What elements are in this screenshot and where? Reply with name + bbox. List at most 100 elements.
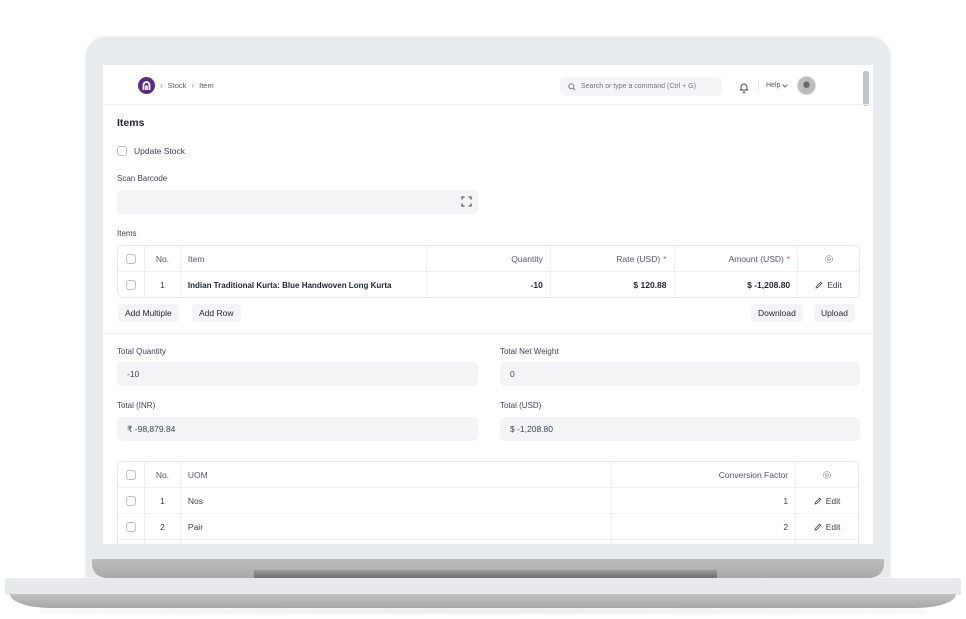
total-quantity-field[interactable]: -10 bbox=[117, 362, 478, 386]
uom-table-row[interactable]: 1 Nos 1 Edit bbox=[118, 488, 858, 514]
items-table-row[interactable]: 1 Indian Traditional Kurta: Blue Handwov… bbox=[118, 272, 859, 297]
header-no: No. bbox=[145, 462, 181, 487]
breadcrumb: › Stock › Item bbox=[160, 81, 214, 90]
items-table-header: No. Item Quantity Rate (USD) * Amount (US… bbox=[118, 246, 859, 272]
column-settings-cell[interactable] bbox=[798, 246, 859, 271]
uom-table-row[interactable]: 2 Pair 2 Edit bbox=[118, 514, 858, 540]
total-net-weight-label: Total Net Weight bbox=[500, 347, 559, 356]
row-no: 1 bbox=[145, 272, 181, 297]
breadcrumb-stock[interactable]: Stock bbox=[168, 81, 187, 90]
navbar: › Stock › Item Search or type a command … bbox=[103, 65, 873, 105]
row-amount[interactable]: $ -1,208.80 bbox=[675, 272, 799, 297]
uom-table: No. UOM Conversion Factor 1 Nos 1 Edit 2… bbox=[117, 461, 859, 544]
settings-gear-icon[interactable] bbox=[824, 254, 834, 264]
add-row-button[interactable]: Add Row bbox=[192, 304, 241, 322]
header-no: No. bbox=[145, 246, 181, 271]
empty-cell bbox=[118, 540, 145, 544]
row-conversion-factor[interactable]: 2 bbox=[612, 514, 797, 539]
row-select-cell[interactable] bbox=[118, 488, 145, 513]
laptop-shadow bbox=[40, 607, 926, 615]
scan-barcode-input[interactable] bbox=[117, 190, 478, 214]
pencil-icon bbox=[814, 497, 822, 505]
empty-cell bbox=[181, 540, 612, 544]
uom-table-row-partial bbox=[118, 540, 858, 544]
uom-table-header: No. UOM Conversion Factor bbox=[118, 462, 858, 488]
header-quantity: Quantity bbox=[427, 246, 551, 271]
row-checkbox[interactable] bbox=[125, 521, 136, 532]
header-rate-label: Rate (USD) bbox=[616, 253, 661, 264]
edit-label: Edit bbox=[827, 280, 842, 290]
header-uom: UOM bbox=[181, 462, 612, 487]
search-placeholder: Search or type a command (Ctrl + G) bbox=[581, 83, 696, 90]
app-screen: › Stock › Item Search or type a command … bbox=[103, 65, 873, 544]
edit-label: Edit bbox=[825, 495, 841, 506]
row-rate[interactable]: $ 120.88 bbox=[551, 272, 675, 297]
row-select-cell[interactable] bbox=[118, 514, 145, 539]
chevron-right-icon: › bbox=[191, 81, 195, 90]
select-all-cell[interactable] bbox=[118, 246, 145, 271]
row-quantity[interactable]: -10 bbox=[427, 272, 551, 297]
total-inr-label: Total (INR) bbox=[117, 401, 156, 410]
items-table-label: Items bbox=[117, 229, 137, 238]
laptop-base bbox=[5, 578, 961, 595]
download-button[interactable]: Download bbox=[751, 304, 803, 322]
laptop-base-bottom bbox=[10, 594, 956, 608]
row-edit-button[interactable]: Edit bbox=[796, 514, 858, 539]
row-no: 1 bbox=[145, 488, 181, 513]
section-divider bbox=[103, 333, 873, 334]
total-usd-field[interactable]: $ -1,208.80 bbox=[500, 417, 860, 441]
section-title: Items bbox=[117, 117, 145, 129]
header-rate: Rate (USD) * bbox=[551, 246, 675, 271]
header-conversion-factor: Conversion Factor bbox=[612, 462, 797, 487]
total-usd-label: Total (USD) bbox=[500, 401, 542, 410]
upload-button[interactable]: Upload bbox=[814, 304, 855, 322]
notification-bell-icon[interactable] bbox=[739, 80, 749, 98]
row-uom[interactable]: Nos bbox=[181, 488, 612, 513]
required-marker: * bbox=[663, 253, 667, 264]
header-item: Item bbox=[181, 246, 428, 271]
search-input[interactable]: Search or type a command (Ctrl + G) bbox=[560, 77, 722, 96]
row-item[interactable]: Indian Traditional Kurta: Blue Handwoven… bbox=[181, 272, 428, 297]
scan-barcode-icon[interactable] bbox=[461, 196, 472, 207]
update-stock-checkbox[interactable]: Update Stock bbox=[117, 146, 185, 156]
laptop-hinge bbox=[254, 570, 717, 578]
scan-barcode-label: Scan Barcode bbox=[117, 174, 168, 183]
nav-divider bbox=[758, 80, 759, 92]
total-inr-field[interactable]: ₹ -98,879.84 bbox=[117, 417, 478, 441]
empty-cell bbox=[612, 540, 797, 544]
help-label: Help bbox=[766, 82, 781, 89]
row-no: 2 bbox=[145, 514, 181, 539]
breadcrumb-item[interactable]: Item bbox=[199, 81, 214, 90]
row-edit-button[interactable]: Edit bbox=[796, 488, 858, 513]
total-net-weight-field[interactable]: 0 bbox=[500, 362, 860, 386]
row-checkbox[interactable] bbox=[125, 280, 136, 290]
edit-label: Edit bbox=[825, 521, 841, 532]
pencil-icon bbox=[815, 281, 823, 289]
empty-cell bbox=[796, 540, 858, 544]
select-all-checkbox[interactable] bbox=[125, 253, 136, 264]
search-icon bbox=[568, 82, 576, 91]
help-dropdown[interactable]: Help bbox=[766, 82, 789, 89]
row-checkbox[interactable] bbox=[125, 495, 136, 506]
total-quantity-label: Total Quantity bbox=[117, 347, 166, 356]
settings-gear-icon[interactable] bbox=[822, 470, 832, 480]
row-conversion-factor[interactable]: 1 bbox=[612, 488, 797, 513]
items-table: No. Item Quantity Rate (USD) * Amount (US… bbox=[117, 245, 860, 298]
user-avatar[interactable] bbox=[797, 76, 816, 95]
header-amount-label: Amount (USD) bbox=[728, 253, 784, 264]
update-stock-label: Update Stock bbox=[134, 146, 186, 156]
row-select-cell[interactable] bbox=[118, 272, 145, 297]
row-uom[interactable]: Pair bbox=[181, 514, 612, 539]
select-all-cell[interactable] bbox=[118, 462, 145, 487]
select-all-checkbox[interactable] bbox=[125, 469, 136, 480]
checkbox[interactable] bbox=[117, 146, 127, 156]
empty-cell bbox=[145, 540, 181, 544]
chevron-right-icon: › bbox=[160, 81, 163, 90]
row-edit-button[interactable]: Edit bbox=[798, 272, 859, 297]
column-settings-cell[interactable] bbox=[796, 462, 858, 487]
pencil-icon bbox=[814, 523, 822, 531]
add-multiple-button[interactable]: Add Multiple bbox=[118, 304, 179, 322]
chevron-down-icon bbox=[782, 83, 789, 88]
header-amount: Amount (USD) * bbox=[675, 246, 799, 271]
app-logo-icon[interactable] bbox=[138, 77, 155, 94]
